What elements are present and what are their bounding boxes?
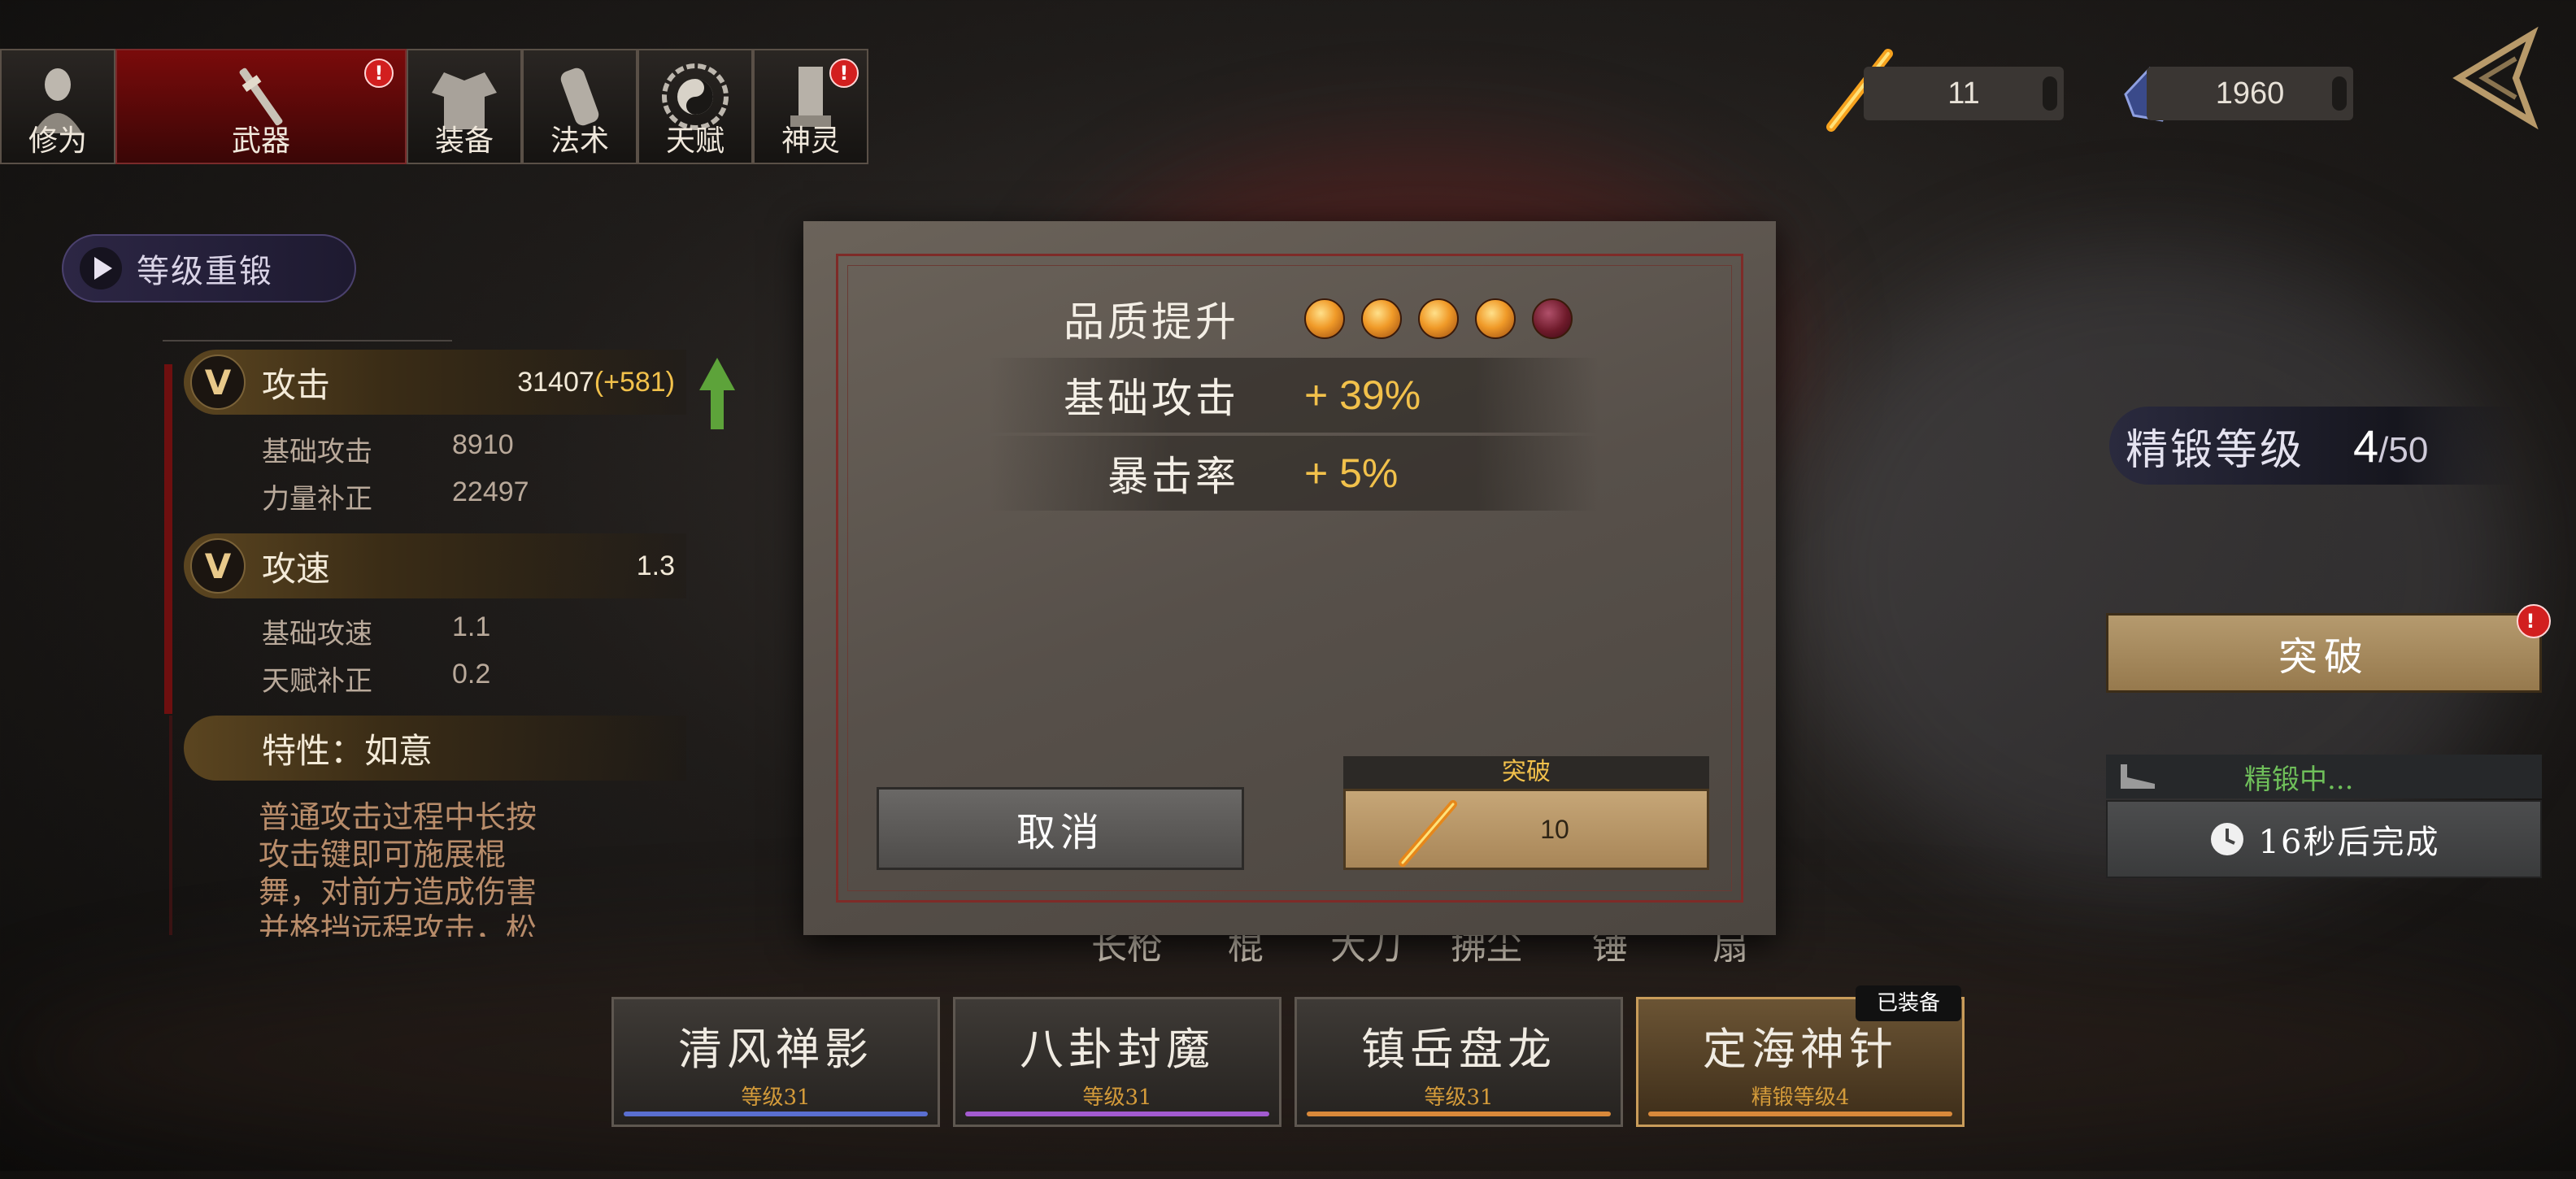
refine-level-max: /50	[2378, 430, 2429, 470]
weapon-card-bagua[interactable]: 八卦封魔 等级31	[953, 997, 1281, 1127]
reforge-label: 等级重锻	[137, 253, 273, 290]
weapon-name: 镇岳盘龙	[1361, 1024, 1556, 1075]
tab-label: 神灵	[781, 124, 840, 158]
collapse-chevron-icon: V	[190, 355, 246, 410]
speed-label: 攻速	[262, 548, 331, 589]
weapon-name: 定海神针	[1703, 1024, 1898, 1075]
quality-orb-icon	[1361, 298, 1402, 339]
rarity-bar	[624, 1112, 928, 1116]
floor-mist	[0, 935, 2576, 1179]
base-speed-label: 基础攻速	[262, 618, 372, 650]
collapse-chevron-icon: V	[190, 538, 246, 594]
quality-orb-icon	[1475, 298, 1516, 339]
flame-stone-counter: 11	[1864, 67, 2064, 120]
breakthrough-tag: 突破	[1343, 756, 1709, 789]
refining-status-bar: 精锻中...	[2106, 755, 2542, 798]
weapon-name: 清风禅影	[678, 1024, 873, 1075]
tab-label: 修为	[28, 124, 87, 158]
weapon-level: 等级31	[1424, 1085, 1494, 1110]
trait-description[interactable]: 普通攻击过程中长按 攻击键即可施展棍 舞，对前方造成伤害 并格挡远程攻击，松	[259, 798, 600, 937]
strength-bonus-value: 22497	[452, 476, 529, 507]
attack-value: 31407(+581)	[517, 366, 675, 398]
quality-label: 品质提升	[1064, 298, 1239, 346]
base-attack-row: 基础攻击 + 39%	[989, 358, 1599, 433]
play-icon	[80, 247, 122, 289]
alert-badge: !	[829, 59, 859, 88]
refine-level-current: 4	[2353, 420, 2379, 472]
category-tab-bar: 修为 武器 ! 装备 法术 天赋 神灵 !	[0, 49, 868, 164]
strength-bonus-label: 力量补正	[262, 483, 372, 516]
equipped-tag: 已装备	[1856, 985, 1961, 1021]
tab-talent[interactable]: 天赋	[637, 49, 753, 164]
refine-timer-button[interactable]: 16秒后完成	[2106, 800, 2542, 878]
speed-stat-header[interactable]: V 攻速 1.3	[184, 533, 686, 598]
trait-label: 特性：如意	[262, 730, 433, 771]
weapon-level: 等级31	[1082, 1085, 1152, 1110]
flame-stone-icon	[1399, 800, 1457, 867]
modal-base-attack-value: + 39%	[1304, 372, 1421, 418]
modal-crit-label: 暴击率	[1107, 453, 1239, 500]
stat-up-arrow-icon	[699, 358, 735, 429]
breakthrough-cost: 10	[1540, 814, 1569, 844]
tab-label: 天赋	[665, 124, 724, 158]
trait-line: 舞，对前方造成伤害	[259, 874, 537, 910]
weapon-level: 精锻等级4	[1751, 1085, 1850, 1110]
modal-base-attack-label: 基础攻击	[1064, 375, 1239, 422]
refine-level-display: 精锻等级 4 /50	[2109, 407, 2519, 485]
clock-icon	[2210, 823, 2243, 855]
modal-crit-value: + 5%	[1304, 450, 1399, 496]
talent-bonus-label: 天赋补正	[262, 665, 372, 698]
breakthrough-label: 突破	[2278, 634, 2369, 680]
level-reforge-button[interactable]: 等级重锻	[62, 234, 356, 302]
tab-label: 装备	[434, 124, 494, 158]
stat-side-bar-dim	[169, 716, 172, 935]
refine-level-label: 精锻等级	[2126, 425, 2305, 475]
weapon-card-zhenyue[interactable]: 镇岳盘龙 等级31	[1295, 997, 1623, 1127]
timer-text: 16秒后完成	[2258, 824, 2440, 861]
tab-label: 武器	[231, 124, 290, 158]
alert-badge: !	[2517, 604, 2551, 638]
rarity-bar	[1307, 1112, 1611, 1116]
quality-row: 品质提升	[989, 281, 1599, 356]
weapon-name: 八卦封魔	[1020, 1024, 1215, 1075]
anvil-icon	[2121, 764, 2155, 789]
back-icon[interactable]	[2443, 26, 2547, 130]
trait-line: 普通攻击过程中长按	[259, 799, 537, 835]
weapon-level: 等级31	[741, 1085, 811, 1110]
quality-orbs	[1304, 298, 1589, 339]
base-attack-value: 8910	[452, 429, 514, 460]
crystal-count: 1960	[2215, 76, 2285, 111]
divider	[163, 340, 452, 342]
crystal-counter: 1960	[2147, 67, 2353, 120]
trait-line: 并格挡远程攻击，松	[259, 911, 537, 937]
quality-orb-next-icon	[1532, 298, 1573, 339]
tab-label: 法术	[550, 124, 609, 158]
breakthrough-confirm-button[interactable]: 10	[1343, 789, 1709, 870]
trait-header: 特性：如意	[184, 716, 686, 781]
base-speed-value: 1.1	[452, 611, 491, 642]
trait-line: 攻击键即可施展棍	[259, 837, 507, 872]
quality-orb-icon	[1304, 298, 1345, 339]
refining-status-text: 精锻中...	[2244, 763, 2354, 796]
attack-label: 攻击	[262, 364, 331, 405]
rarity-bar	[965, 1112, 1269, 1116]
alert-badge: !	[364, 59, 394, 88]
stat-side-bar	[164, 364, 172, 714]
attack-stat-header[interactable]: V 攻击 31407(+581)	[184, 350, 686, 415]
tab-spells[interactable]: 法术	[522, 49, 637, 164]
speed-value: 1.3	[636, 550, 675, 581]
base-attack-label: 基础攻击	[262, 436, 372, 468]
rarity-bar	[1648, 1112, 1952, 1116]
weapon-card-qingfeng[interactable]: 清风禅影 等级31	[611, 997, 940, 1127]
quality-orb-icon	[1418, 298, 1459, 339]
flame-stone-count: 11	[1947, 76, 1980, 111]
cancel-button[interactable]: 取消	[877, 787, 1244, 870]
breakthrough-button[interactable]: 突破 !	[2106, 604, 2551, 693]
tab-cultivation[interactable]: 修为	[0, 49, 115, 164]
crit-row: 暴击率 + 5%	[989, 436, 1599, 511]
talent-bonus-value: 0.2	[452, 659, 491, 690]
tab-equipment[interactable]: 装备	[407, 49, 522, 164]
tab-weapon[interactable]: 武器 !	[115, 49, 407, 164]
tab-deity[interactable]: 神灵 !	[753, 49, 868, 164]
